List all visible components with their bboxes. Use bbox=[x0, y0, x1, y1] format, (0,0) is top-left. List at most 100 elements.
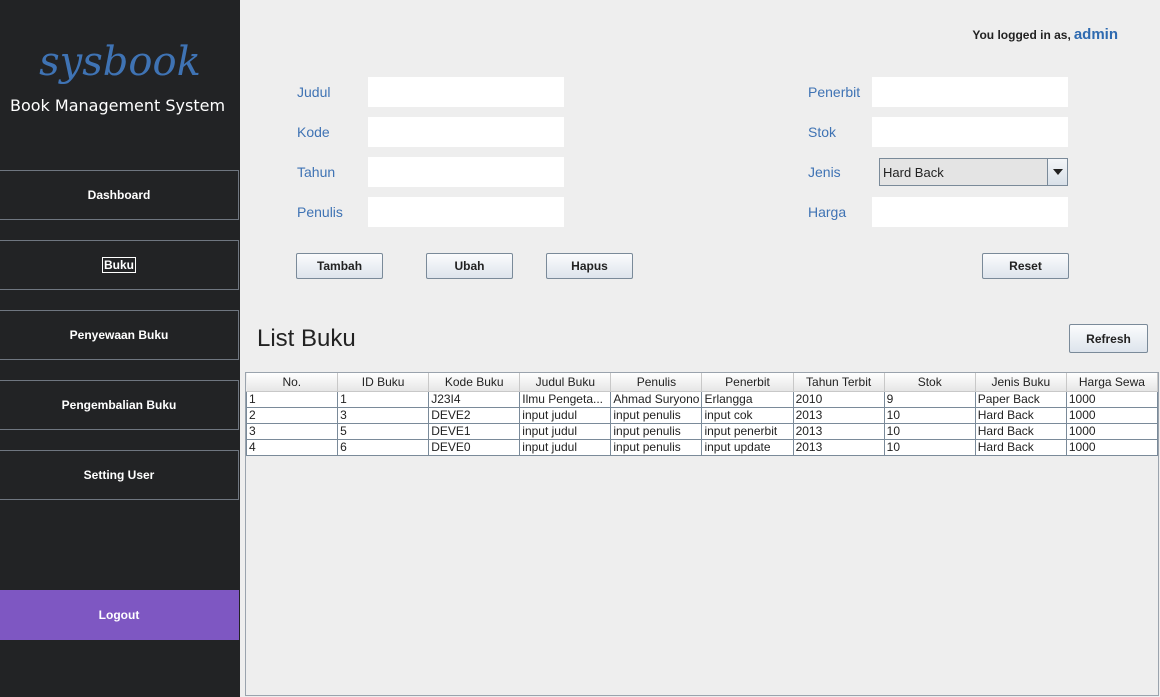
tambah-button[interactable]: Tambah bbox=[296, 253, 383, 279]
table-cell[interactable]: 3 bbox=[337, 406, 430, 424]
reset-button[interactable]: Reset bbox=[982, 253, 1069, 279]
table-cell[interactable]: DEVE0 bbox=[428, 438, 521, 456]
column-header-penulis[interactable]: Penulis bbox=[610, 373, 703, 392]
sidebar-item-label: Dashboard bbox=[87, 188, 151, 202]
app-subtitle: Book Management System bbox=[10, 96, 226, 115]
table-cell[interactable]: Ahmad Suryono bbox=[610, 390, 703, 408]
sidebar-item-penyewaan-buku[interactable]: Penyewaan Buku bbox=[0, 310, 239, 360]
table-row[interactable]: 3 5 DEVE1 input judul input penulis inpu… bbox=[245, 422, 1159, 440]
table-cell[interactable]: input judul bbox=[519, 406, 612, 424]
app-logo: sysbook bbox=[39, 39, 201, 85]
table-cell[interactable]: 1000 bbox=[1065, 422, 1159, 440]
stok-input[interactable] bbox=[872, 117, 1068, 147]
table-row[interactable]: 4 6 DEVE0 input judul input penulis inpu… bbox=[245, 438, 1159, 456]
column-header-judul-buku[interactable]: Judul Buku bbox=[519, 373, 612, 392]
column-header-id-buku[interactable]: ID Buku bbox=[337, 373, 430, 392]
column-header-tahun-terbit[interactable]: Tahun Terbit bbox=[793, 373, 885, 392]
table-row[interactable]: 1 1 J23I4 Ilmu Pengeta... Ahmad Suryono … bbox=[245, 390, 1159, 408]
book-table-container[interactable]: No. ID Buku Kode Buku Judul Buku Penulis… bbox=[245, 372, 1159, 696]
table-cell[interactable]: 2010 bbox=[792, 390, 885, 408]
table-cell[interactable]: 1 bbox=[245, 390, 339, 408]
table-cell[interactable]: Hard Back bbox=[974, 438, 1067, 456]
table-cell[interactable]: input penulis bbox=[610, 406, 703, 424]
sidebar-item-dashboard[interactable]: Dashboard bbox=[0, 170, 239, 220]
jenis-label: Jenis bbox=[808, 164, 841, 180]
column-header-jenis-buku[interactable]: Jenis Buku bbox=[975, 373, 1067, 392]
kode-input[interactable] bbox=[368, 117, 564, 147]
table-cell[interactable]: 10 bbox=[883, 406, 976, 424]
penulis-input[interactable] bbox=[368, 197, 564, 227]
sidebar-item-label: Buku bbox=[102, 257, 136, 273]
table-cell[interactable]: input judul bbox=[519, 422, 612, 440]
logout-label: Logout bbox=[98, 608, 140, 622]
brand: sysbook Book Management System bbox=[0, 39, 240, 115]
table-cell[interactable]: input penulis bbox=[610, 422, 703, 440]
sidebar-item-setting-user[interactable]: Setting User bbox=[0, 450, 239, 500]
table-cell[interactable]: Hard Back bbox=[974, 422, 1067, 440]
table-cell[interactable]: DEVE1 bbox=[428, 422, 521, 440]
table-cell[interactable]: Ilmu Pengeta... bbox=[519, 390, 612, 408]
ubah-button[interactable]: Ubah bbox=[426, 253, 513, 279]
sidebar-item-buku[interactable]: Buku bbox=[0, 240, 239, 290]
book-table: No. ID Buku Kode Buku Judul Buku Penulis… bbox=[245, 373, 1159, 456]
username: admin bbox=[1073, 26, 1118, 43]
table-cell[interactable]: 2 bbox=[245, 406, 339, 424]
logout-button[interactable]: Logout bbox=[0, 590, 239, 640]
kode-label: Kode bbox=[297, 124, 330, 140]
table-cell[interactable]: input cok bbox=[701, 406, 794, 424]
table-cell[interactable]: 5 bbox=[337, 422, 430, 440]
harga-label: Harga bbox=[808, 204, 847, 220]
sidebar: sysbook Book Management System Dashboard… bbox=[0, 0, 240, 697]
table-cell[interactable]: 2013 bbox=[792, 422, 885, 440]
penerbit-label: Penerbit bbox=[808, 84, 861, 100]
column-header-stok[interactable]: Stok bbox=[884, 373, 976, 392]
sidebar-item-label: Pengembalian Buku bbox=[61, 398, 177, 412]
judul-label: Judul bbox=[297, 84, 331, 100]
column-header-no[interactable]: No. bbox=[246, 373, 339, 392]
jenis-select[interactable]: Hard Back bbox=[879, 158, 1068, 186]
table-cell[interactable]: 3 bbox=[245, 422, 339, 440]
sidebar-item-label: Setting User bbox=[83, 468, 155, 482]
table-cell[interactable]: input update bbox=[701, 438, 794, 456]
table-cell[interactable]: 2013 bbox=[792, 438, 885, 456]
chevron-down-icon[interactable] bbox=[1047, 159, 1067, 185]
penerbit-input[interactable] bbox=[872, 77, 1068, 107]
judul-input[interactable] bbox=[368, 77, 564, 107]
table-cell[interactable]: 6 bbox=[337, 438, 430, 456]
table-row[interactable]: 2 3 DEVE2 input judul input penulis inpu… bbox=[245, 406, 1159, 424]
table-cell[interactable]: Paper Back bbox=[974, 390, 1067, 408]
table-cell[interactable]: 1000 bbox=[1065, 406, 1159, 424]
table-cell[interactable]: 10 bbox=[883, 422, 976, 440]
sidebar-item-pengembalian-buku[interactable]: Pengembalian Buku bbox=[0, 380, 239, 430]
table-cell[interactable]: 1 bbox=[337, 390, 430, 408]
column-header-penerbit[interactable]: Penerbit bbox=[701, 373, 794, 392]
harga-input[interactable] bbox=[872, 197, 1068, 227]
table-cell[interactable]: 1000 bbox=[1065, 390, 1159, 408]
table-cell[interactable]: 4 bbox=[245, 438, 339, 456]
list-title: List Buku bbox=[257, 325, 356, 352]
table-cell[interactable]: input penerbit bbox=[701, 422, 794, 440]
table-cell[interactable]: input judul bbox=[519, 438, 612, 456]
tahun-label: Tahun bbox=[297, 164, 336, 180]
table-cell[interactable]: J23I4 bbox=[428, 390, 521, 408]
table-cell[interactable]: 9 bbox=[883, 390, 976, 408]
stok-label: Stok bbox=[808, 124, 837, 140]
table-cell[interactable]: DEVE2 bbox=[428, 406, 521, 424]
sidebar-item-label: Penyewaan Buku bbox=[69, 328, 169, 342]
jenis-selected-value: Hard Back bbox=[883, 165, 944, 180]
tahun-input[interactable] bbox=[368, 157, 564, 187]
hapus-button[interactable]: Hapus bbox=[546, 253, 633, 279]
column-header-kode-buku[interactable]: Kode Buku bbox=[428, 373, 521, 392]
table-cell[interactable]: Hard Back bbox=[974, 406, 1067, 424]
table-header-row: No. ID Buku Kode Buku Judul Buku Penulis… bbox=[246, 373, 1159, 392]
table-cell[interactable]: 2013 bbox=[792, 406, 885, 424]
column-header-harga-sewa[interactable]: Harga Sewa bbox=[1066, 373, 1159, 392]
table-cell[interactable]: 10 bbox=[883, 438, 976, 456]
table-cell[interactable]: Erlangga bbox=[701, 390, 794, 408]
login-info: You logged in as, admin bbox=[972, 26, 1118, 43]
penulis-label: Penulis bbox=[297, 204, 343, 220]
refresh-button[interactable]: Refresh bbox=[1069, 324, 1148, 353]
table-cell[interactable]: input penulis bbox=[610, 438, 703, 456]
logged-in-text: You logged in as, bbox=[972, 28, 1071, 42]
table-cell[interactable]: 1000 bbox=[1065, 438, 1159, 456]
